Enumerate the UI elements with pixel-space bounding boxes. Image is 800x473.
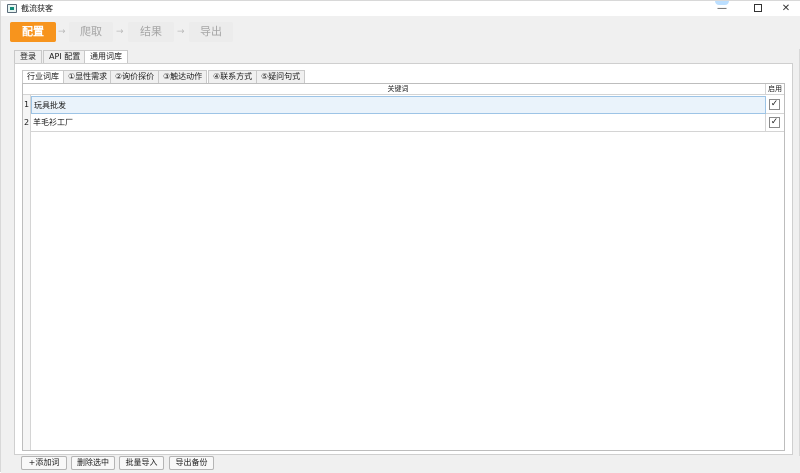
delete-selected-button[interactable]: 删除选中 xyxy=(71,456,115,470)
app-window: 截流获客 — ✕ 配置 → 爬取 → 结果 → 导出 登录 API 配置 通用词… xyxy=(0,0,800,473)
tab-common-lexicon[interactable]: 通用词库 xyxy=(84,50,128,64)
table-row[interactable]: 1 玩具批发 ✓ xyxy=(23,96,784,114)
tab-api-config[interactable]: API 配置 xyxy=(43,50,87,63)
bulk-import-button[interactable]: 批量导入 xyxy=(119,456,164,470)
table-header: 关键词 启用 xyxy=(23,84,784,95)
step-export-button[interactable]: 导出 xyxy=(189,22,233,42)
window-title: 截流获客 xyxy=(21,4,53,13)
keyword-cell[interactable]: 玩具批发 xyxy=(31,96,766,114)
tab-question-pattern[interactable]: ⑤疑问句式 xyxy=(256,70,306,83)
row-number: 1 xyxy=(23,96,31,114)
enabled-checkbox[interactable]: ✓ xyxy=(769,117,780,128)
tab-price-inquiry[interactable]: ②询价探价 xyxy=(110,70,160,83)
title-bar[interactable]: 截流获客 — ✕ xyxy=(1,1,800,16)
tab-contact-method[interactable]: ④联系方式 xyxy=(208,70,258,83)
step-result-button[interactable]: 结果 xyxy=(128,22,174,42)
tab-reach-action[interactable]: ③触达动作 xyxy=(158,70,208,83)
close-icon[interactable]: ✕ xyxy=(773,1,799,16)
keyword-cell[interactable]: 羊毛衫工厂 xyxy=(31,114,766,132)
row-number: 2 xyxy=(23,114,31,132)
column-header-keyword[interactable]: 关键词 xyxy=(31,84,766,95)
keyword-table: 关键词 启用 1 玩具批发 ✓ 2 羊毛衫工厂 ✓ xyxy=(22,83,785,451)
step-crawl-button[interactable]: 爬取 xyxy=(69,22,113,42)
step-separator: → xyxy=(116,27,124,37)
step-bar: 配置 → 爬取 → 结果 → 导出 xyxy=(1,16,800,49)
enabled-cell[interactable]: ✓ xyxy=(766,96,784,114)
action-bar: +添加词 删除选中 批量导入 导出备份 xyxy=(1,456,800,473)
lexicon-panel: 行业词库 ①显性需求 ②询价探价 ③触达动作 ④联系方式 ⑤疑问句式 关键词 启… xyxy=(14,63,793,455)
maximize-icon[interactable] xyxy=(745,1,771,16)
step-separator: → xyxy=(177,27,185,37)
app-icon xyxy=(7,4,17,13)
add-word-button[interactable]: +添加词 xyxy=(21,456,67,470)
export-backup-button[interactable]: 导出备份 xyxy=(169,456,214,470)
enabled-cell[interactable]: ✓ xyxy=(766,114,784,132)
tab-industry-lexicon[interactable]: 行业词库 xyxy=(22,70,64,84)
minimize-icon[interactable]: — xyxy=(709,1,735,16)
step-config-button[interactable]: 配置 xyxy=(10,22,56,42)
tab-login[interactable]: 登录 xyxy=(14,50,42,63)
tab-explicit-demand[interactable]: ①显性需求 xyxy=(63,70,113,83)
table-row[interactable]: 2 羊毛衫工厂 ✓ xyxy=(23,114,784,132)
column-header-enabled[interactable]: 启用 xyxy=(766,84,784,95)
step-separator: → xyxy=(58,27,66,37)
enabled-checkbox[interactable]: ✓ xyxy=(769,99,780,110)
row-number-column xyxy=(23,95,31,450)
